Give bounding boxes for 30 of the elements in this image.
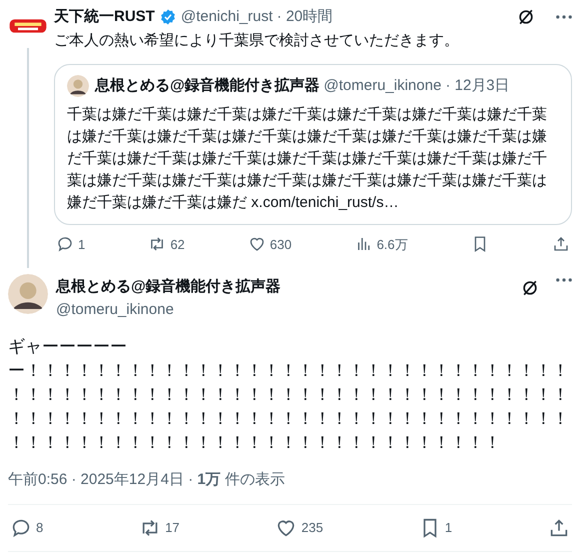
like-button[interactable]: 630 <box>248 234 292 254</box>
user-handle: @tomeru_ikinone <box>324 76 442 96</box>
like-button[interactable]: 235 <box>275 516 324 538</box>
user-name[interactable]: 息根とめる@録音機能付き拡声器 <box>56 276 281 298</box>
repost-button[interactable]: 17 <box>139 516 180 538</box>
reply-button[interactable]: 1 <box>56 234 86 254</box>
avatar-icon <box>67 75 89 98</box>
more-icon <box>556 15 572 20</box>
post-text: ご本人の熱い希望により千葉県で検討させていただきます。 <box>54 30 460 50</box>
user-handle[interactable]: @tomeru_ikinone <box>56 298 281 321</box>
post-meta: 午前0:56 · 2025年12月4日 · 1万 件の表示 <box>8 470 286 490</box>
bookmark-button[interactable]: 1 <box>418 516 452 538</box>
repost-button[interactable]: 62 <box>148 234 185 254</box>
user-name: 息根とめる@録音機能付き拡声器 <box>95 76 320 96</box>
post-time[interactable]: · 20時間 <box>276 6 333 28</box>
post-text: ギャーーーーー <box>8 336 128 358</box>
avatar-icon <box>8 274 48 314</box>
views-button[interactable]: 6.6万 <box>354 234 408 254</box>
quoted-text: 千葉は嫌だ千葉は嫌だ千葉は嫌だ千葉は嫌だ千葉は嫌だ千葉は嫌だ千葉は嫌だ千葉は嫌だ千葉は嫌だ千葉は嫌だ千葉は嫌だ千葉は嫌だ千葉は嫌だ千葉は嫌だ千葉は嫌だ千葉は嫌だ千葉は嫌だ千葉は嫌だ千葉は嫌だ千葉は嫌だ千葉は嫌だ千葉は嫌だ千葉は嫌だ千葉は嫌だ千葉は嫌だ千葉は嫌だ千葉は嫌だ千葉は嫌だ x.com/tenichi_rust/s… <box>67 104 548 212</box>
share-icon <box>552 235 570 254</box>
reply-button[interactable]: 8 <box>10 516 44 538</box>
quoted-post-card[interactable] <box>54 64 572 224</box>
post-time: · 12月3日 <box>445 76 510 96</box>
share-button[interactable] <box>552 235 570 254</box>
user-name[interactable]: 天下統一RUST <box>54 6 155 28</box>
heart-icon <box>248 235 266 254</box>
user-handle[interactable]: @tenichi_rust <box>180 6 273 28</box>
speech-bubble-icon <box>56 235 74 254</box>
more-icon <box>556 278 572 282</box>
post-text: ー！！！！！！！！！！！！！！！！！！！！！！！！！！！！！！！！！！！！！！！！！！！！！！！！！！！！！！！！！！！！！！！！！！！！！！！！！！！！！！！！！！！！！！！！！！！！！！！！！！！！！！！！！！！！！！！！！！！！！！！！！！！！！！！ <box>8 360 570 454</box>
